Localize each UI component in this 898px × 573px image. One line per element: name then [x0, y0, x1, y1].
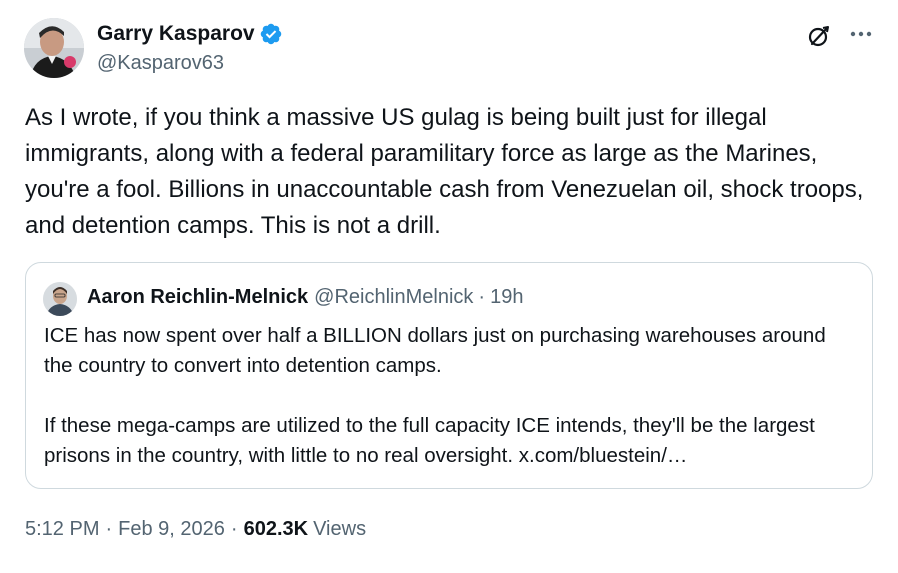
meta-separator-2: ·	[230, 518, 238, 540]
quoted-author-handle[interactable]: @ReichlinMelnick	[314, 286, 473, 309]
views-label: Views	[313, 518, 367, 540]
tweet-meta: 5:12 PM · Feb 9, 2026 · 602.3K Views	[25, 518, 366, 541]
quoted-header: Aaron Reichlin-Melnick @ReichlinMelnick …	[87, 286, 523, 309]
author-name[interactable]: Garry Kasparov	[97, 22, 255, 46]
author-name-row: Garry Kasparov	[97, 20, 283, 48]
quoted-separator: ·	[478, 286, 486, 308]
quoted-paragraph-2: If these mega-camps are utilized to the …	[44, 414, 815, 467]
quoted-timestamp[interactable]: 19h	[490, 286, 523, 309]
quoted-paragraph-1: ICE has now spent over half a BILLION do…	[44, 324, 826, 377]
grok-button[interactable]	[803, 20, 835, 52]
quoted-author-avatar[interactable]	[43, 282, 77, 316]
quoted-avatar-image	[43, 282, 77, 316]
tweet-card: Garry Kasparov @Kasparov63 As I wrote, i…	[0, 0, 898, 573]
tweet-text: As I wrote, if you think a massive US gu…	[25, 104, 864, 239]
more-options-button[interactable]	[845, 20, 877, 48]
views-count[interactable]: 602.3K	[244, 518, 309, 541]
quoted-tweet[interactable]: Aaron Reichlin-Melnick @ReichlinMelnick …	[25, 262, 873, 489]
author-avatar[interactable]	[24, 18, 84, 78]
quoted-author-name[interactable]: Aaron Reichlin-Melnick	[87, 286, 308, 309]
meta-separator: ·	[105, 518, 113, 540]
avatar-image	[24, 18, 84, 78]
post-date[interactable]: Feb 9, 2026	[118, 518, 225, 541]
post-time[interactable]: 5:12 PM	[25, 518, 99, 541]
quoted-text: ICE has now spent over half a BILLION do…	[44, 321, 859, 471]
author-handle[interactable]: @Kasparov63	[97, 52, 224, 75]
grok-icon	[808, 26, 829, 47]
verified-badge-icon	[259, 22, 283, 46]
more-icon	[850, 31, 872, 37]
